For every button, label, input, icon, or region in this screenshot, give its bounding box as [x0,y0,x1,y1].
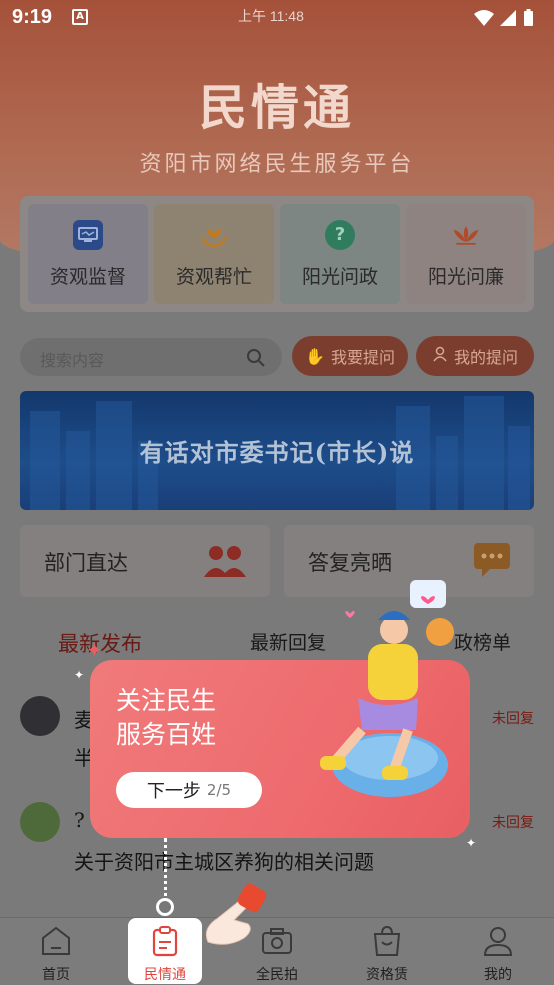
nav-photo-label: 全民拍 [256,967,298,983]
feed-summary: 关于资阳市主城区养狗的相关问题 [74,850,374,874]
question-bubble-icon: ? [325,219,355,250]
sparkle-icon: ✦ [86,638,103,662]
lotus-icon [451,220,481,250]
step-counter: 2/5 [206,781,232,799]
ask-question-button[interactable]: ✋ 我要提问 [292,336,408,376]
avatar [20,696,60,736]
status-badge: 未回复 [492,711,534,727]
status-icons [472,8,542,32]
guide-line-1: 关注民生 [116,686,217,715]
sparkle-icon: ✦ [466,836,477,850]
status-center-time: 上午 11:48 [238,8,304,24]
guide-illustration-icon [320,580,454,797]
next-step-button[interactable]: 下一步 2/5 [116,772,262,808]
search-input[interactable]: 搜索内容 [20,338,282,376]
category-label: 资观帮忙 [175,265,252,288]
category-label: 阳光问政 [301,265,378,288]
nav-qualification-label: 资格赁 [366,967,408,983]
nav-mine[interactable]: 我的 [458,922,538,984]
app-subtitle: 资阳市网络民生服务平台 [139,152,415,177]
user-icon [432,346,448,366]
guide-line-2: 服务百姓 [116,720,217,749]
department-direct-label: 部门直达 [44,551,128,575]
avatar [20,802,60,842]
category-supervision[interactable]: 资观监督 [28,204,148,304]
chat-bubble-icon [472,541,512,583]
status-badge: 未回复 [492,815,534,831]
guide-pointer-line [164,838,167,904]
nav-home-label: 首页 [42,967,70,983]
hand-icon: ✋ [305,346,325,366]
heart-hands-icon [199,220,229,250]
nav-home[interactable]: 首页 [16,922,96,984]
keyboard-indicator-icon: A [72,9,88,25]
my-questions-button[interactable]: 我的提问 [416,336,534,376]
bag-icon [373,925,401,956]
nav-minqingtong[interactable]: 民情通 [128,918,202,984]
bottom-nav: 首页 全民拍 资格赁 我的 [0,917,554,985]
category-label: 阳光问廉 [427,265,504,288]
search-icon[interactable] [246,348,266,372]
category-inquiry[interactable]: ? 阳光问政 [280,204,400,304]
ask-question-label: 我要提问 [330,348,395,367]
category-help[interactable]: 资观帮忙 [154,204,274,304]
department-direct-button[interactable]: 部门直达 [20,525,270,597]
status-bar: 9:19 A 上午 11:48 [0,0,554,36]
search-placeholder: 搜索内容 [40,351,105,370]
next-step-label: 下一步 [146,781,201,802]
answers-showcase-label: 答复亮晒 [308,551,392,575]
banner-text: 有话对市委书记(市长)说 [139,438,415,467]
status-time: 9:19 [12,6,53,28]
clipboard-icon [152,926,178,957]
people-icon [202,541,248,583]
category-card: 资观监督 资观帮忙 ? 阳光问政 阳光问廉 [20,196,534,312]
monitor-icon [73,219,103,250]
pointing-hand-icon [205,884,267,945]
category-integrity[interactable]: 阳光问廉 [406,204,526,304]
nav-mine-label: 我的 [484,967,512,983]
my-questions-label: 我的提问 [453,348,518,367]
user-icon [483,927,513,956]
app-title: 民情通 [198,80,355,136]
guide-pointer-dot [156,898,174,916]
nav-qualification[interactable]: 资格赁 [347,922,427,984]
feed-title: ? [74,808,85,832]
mayor-banner[interactable]: 有话对市委书记(市长)说 [20,391,534,510]
sparkle-icon: ✦ [74,668,85,682]
guide-title: 关注民生 服务百姓 [116,684,216,752]
wifi-signal-battery-icon [474,9,533,26]
category-label: 资观监督 [49,265,126,288]
home-icon [42,926,70,955]
nav-minqingtong-label: 民情通 [144,967,186,983]
